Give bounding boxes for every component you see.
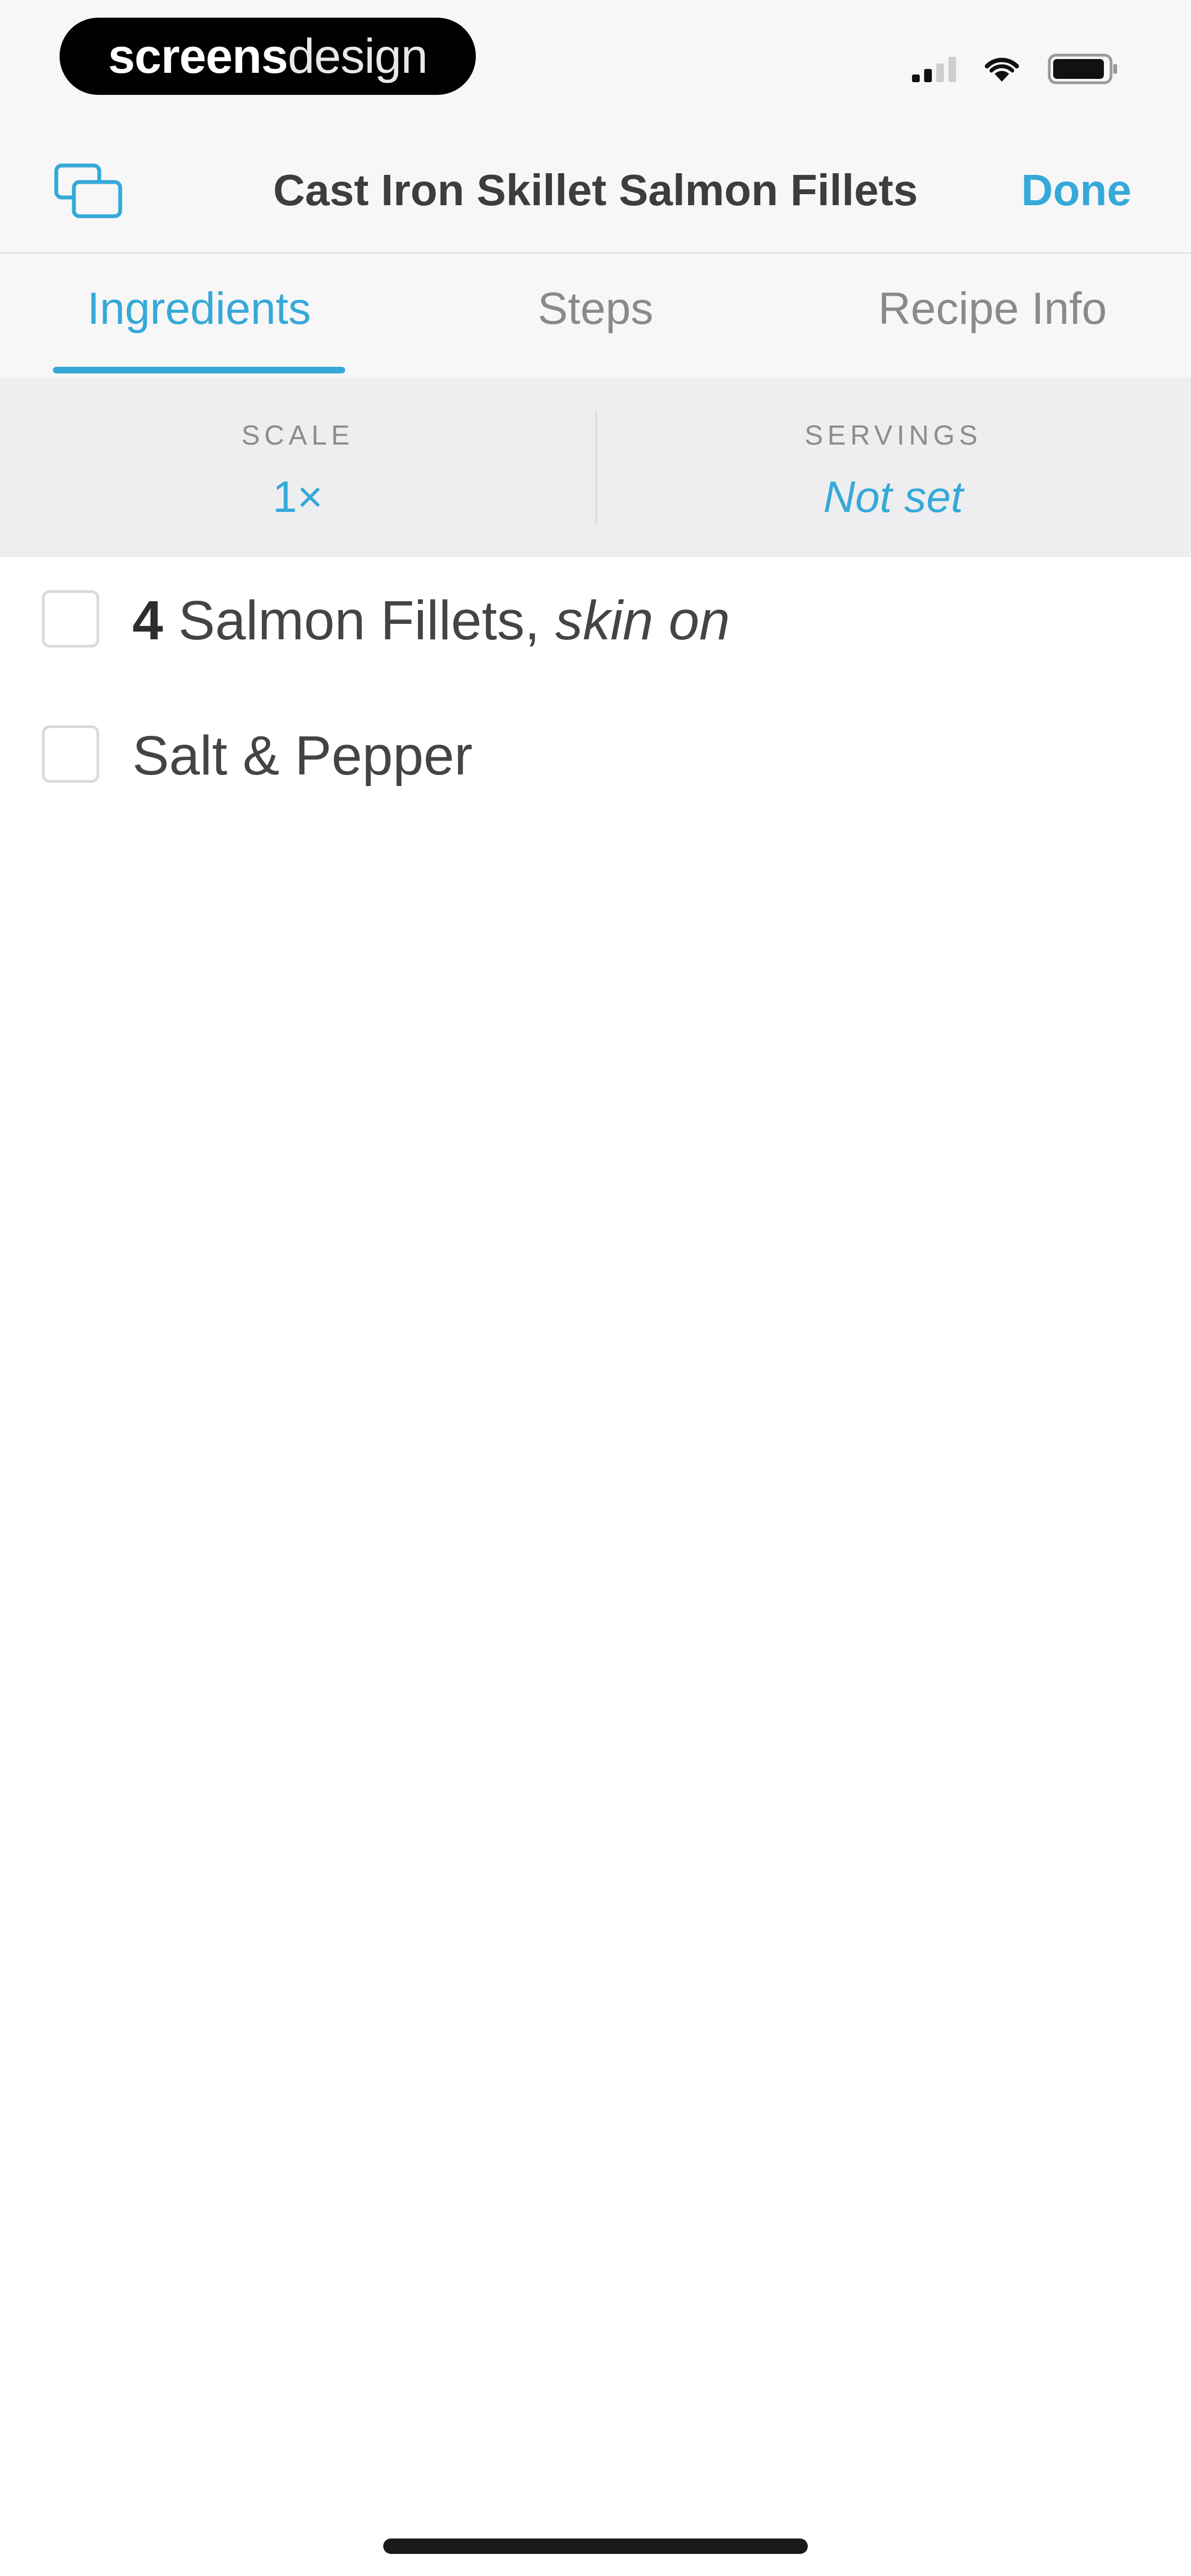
list-item[interactable]: 4 Salmon Fillets, skin on <box>0 557 1191 692</box>
status-icons <box>912 52 1119 85</box>
cellular-signal-icon <box>912 56 956 82</box>
done-button[interactable]: Done <box>1021 127 1131 254</box>
servings-value[interactable]: Not set <box>596 472 1191 522</box>
ingredient-name: Salt & Pepper <box>132 725 473 787</box>
wifi-icon <box>984 55 1020 83</box>
active-tab-indicator <box>53 367 345 373</box>
ingredient-note: skin on <box>555 590 730 651</box>
servings-control[interactable]: SERVINGS Not set <box>596 378 1191 557</box>
tab-bar: Ingredients Steps Recipe Info <box>0 254 1191 378</box>
tab-steps[interactable]: Steps <box>458 254 733 378</box>
ingredient-quantity: 4 <box>132 590 163 651</box>
status-bar: screensdesign <box>0 0 1191 127</box>
scale-value[interactable]: 1× <box>0 472 596 522</box>
ingredient-text: Salt & Pepper <box>132 724 473 788</box>
navigation-bar: Cast Iron Skillet Salmon Fillets Done <box>0 127 1191 254</box>
brand-logo-part1: screens <box>108 29 288 83</box>
ingredient-checkbox[interactable] <box>42 725 99 783</box>
tab-recipe-info[interactable]: Recipe Info <box>838 254 1147 378</box>
ingredient-list: 4 Salmon Fillets, skin on Salt & Pepper <box>0 557 1191 827</box>
list-item[interactable]: Salt & Pepper <box>0 692 1191 827</box>
tab-ingredients[interactable]: Ingredients <box>53 254 345 378</box>
scale-servings-bar: SCALE 1× SERVINGS Not set <box>0 378 1191 557</box>
ingredient-checkbox[interactable] <box>42 590 99 648</box>
brand-logo: screensdesign <box>60 18 476 95</box>
scale-label: SCALE <box>242 420 354 451</box>
brand-logo-part2: design <box>287 29 428 83</box>
ingredient-name: Salmon Fillets, <box>178 590 540 651</box>
ingredient-text: 4 Salmon Fillets, skin on <box>132 589 730 653</box>
page-title: Cast Iron Skillet Salmon Fillets <box>273 165 918 215</box>
servings-label: SERVINGS <box>804 420 982 451</box>
scale-control[interactable]: SCALE 1× <box>0 378 596 557</box>
home-indicator[interactable] <box>383 2538 808 2554</box>
battery-icon <box>1048 54 1119 84</box>
